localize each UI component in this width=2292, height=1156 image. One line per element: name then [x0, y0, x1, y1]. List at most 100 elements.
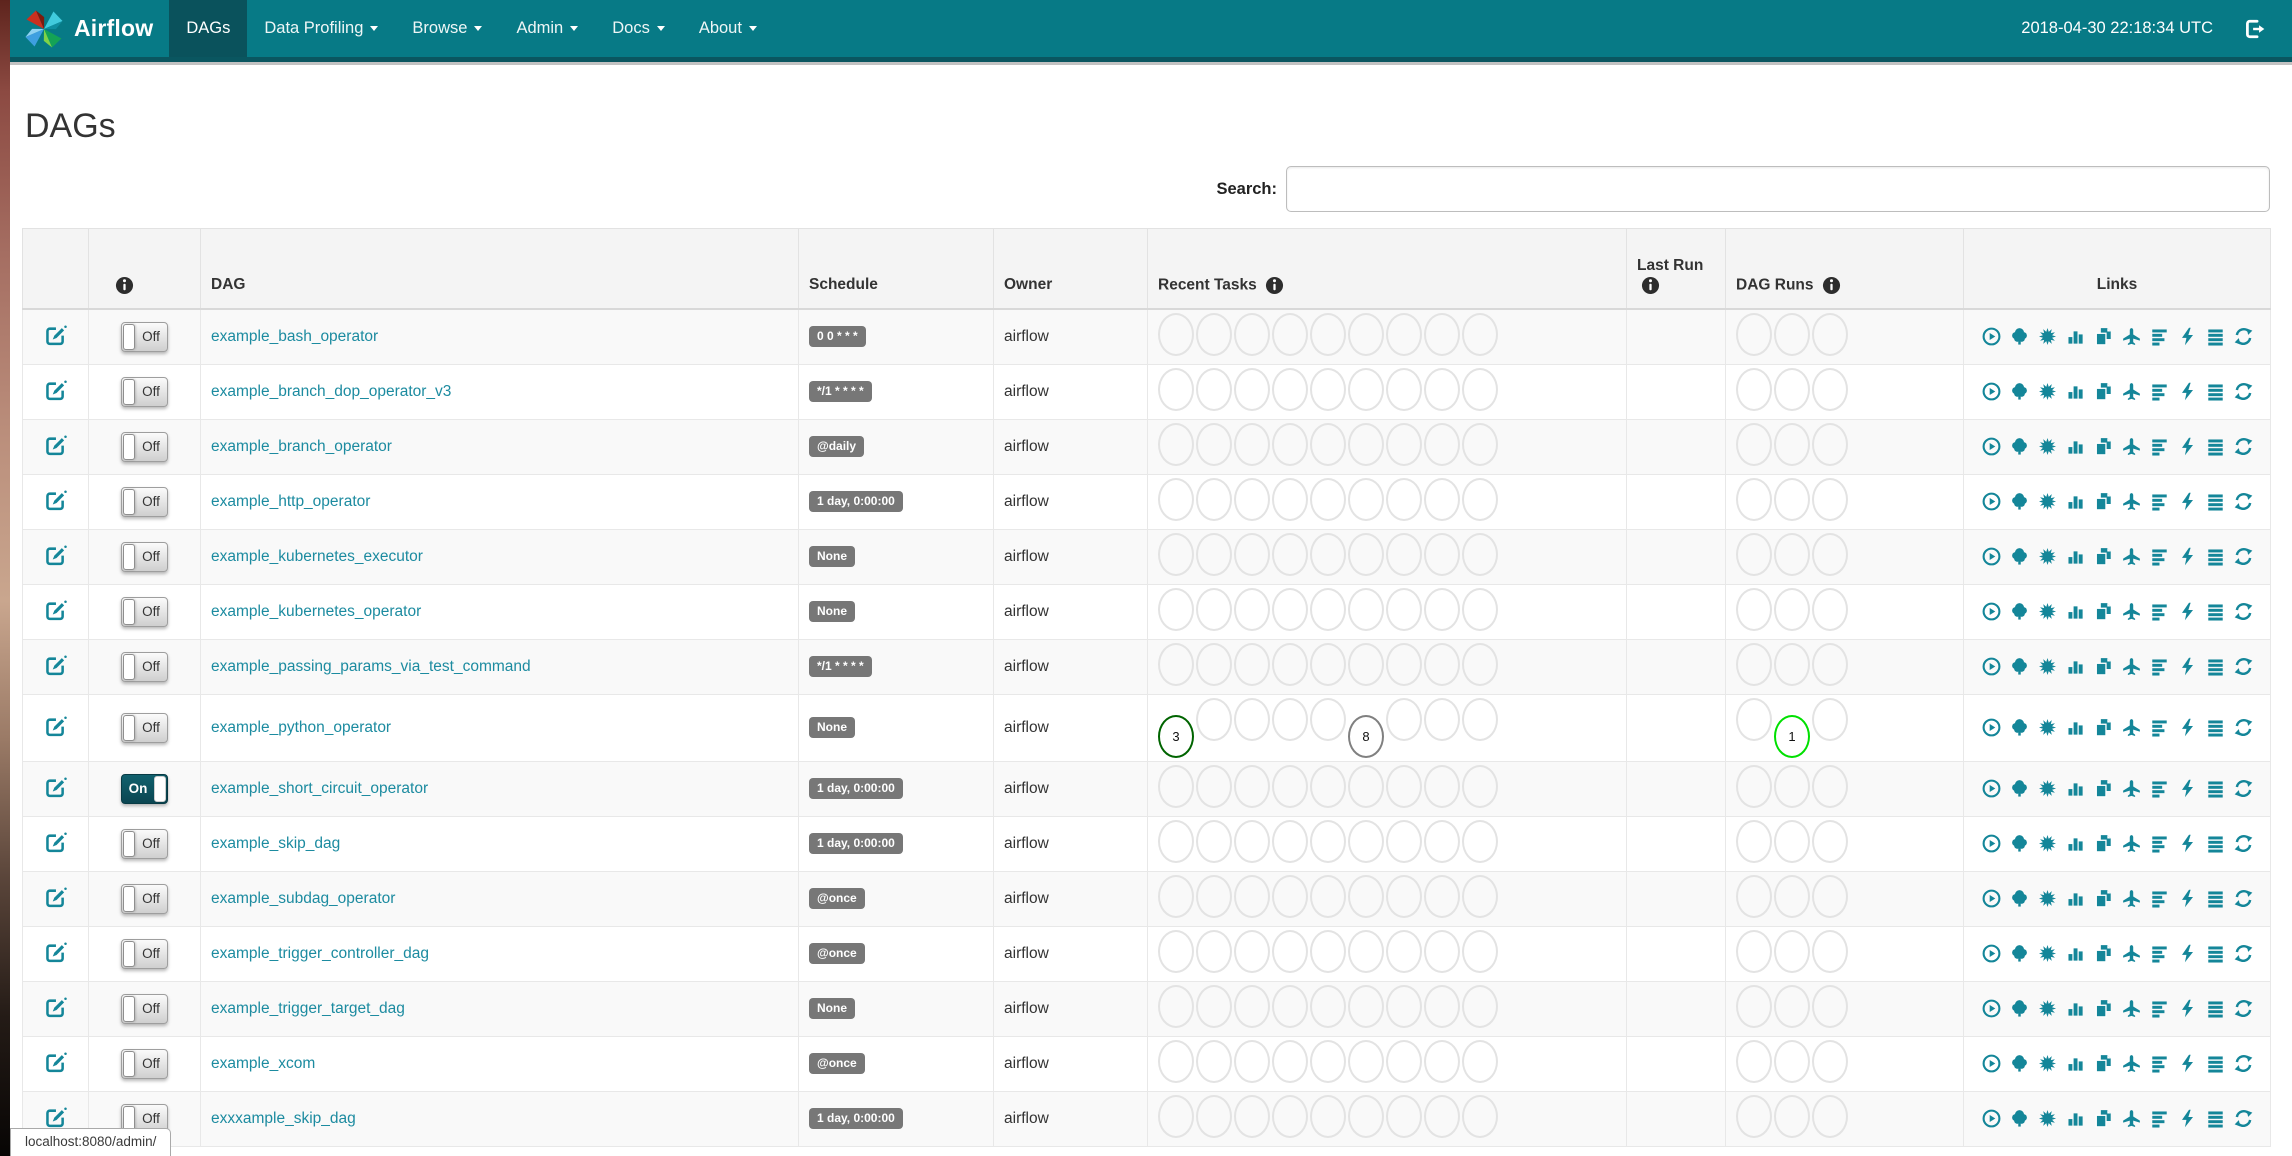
task-tries-icon[interactable]	[2094, 1109, 2113, 1128]
landing-times-icon[interactable]	[2122, 944, 2141, 963]
tree-view-icon[interactable]	[2010, 547, 2029, 566]
task-tries-icon[interactable]	[2094, 382, 2113, 401]
dag-pause-toggle[interactable]: Off	[121, 486, 168, 517]
code-view-icon[interactable]	[2178, 834, 2197, 853]
dag-pause-toggle[interactable]: Off	[121, 321, 168, 352]
graph-view-icon[interactable]	[2038, 1109, 2057, 1128]
graph-view-icon[interactable]	[2038, 492, 2057, 511]
task-tries-icon[interactable]	[2094, 547, 2113, 566]
tree-view-icon[interactable]	[2010, 834, 2029, 853]
gantt-view-icon[interactable]	[2150, 492, 2169, 511]
refresh-icon[interactable]	[2234, 437, 2253, 456]
gantt-view-icon[interactable]	[2150, 1109, 2169, 1128]
tree-view-icon[interactable]	[2010, 718, 2029, 737]
refresh-icon[interactable]	[2234, 944, 2253, 963]
landing-times-icon[interactable]	[2122, 437, 2141, 456]
tree-view-icon[interactable]	[2010, 779, 2029, 798]
gantt-view-icon[interactable]	[2150, 944, 2169, 963]
edit-dag-button[interactable]	[44, 832, 67, 855]
gantt-view-icon[interactable]	[2150, 437, 2169, 456]
landing-times-icon[interactable]	[2122, 889, 2141, 908]
trigger-dag-icon[interactable]	[1982, 602, 2001, 621]
refresh-icon[interactable]	[2234, 492, 2253, 511]
trigger-dag-icon[interactable]	[1982, 889, 2001, 908]
refresh-icon[interactable]	[2234, 547, 2253, 566]
task-tries-icon[interactable]	[2094, 889, 2113, 908]
landing-times-icon[interactable]	[2122, 999, 2141, 1018]
logs-icon[interactable]	[2206, 492, 2225, 511]
graph-view-icon[interactable]	[2038, 718, 2057, 737]
tree-view-icon[interactable]	[2010, 327, 2029, 346]
task-duration-icon[interactable]	[2066, 779, 2085, 798]
logout-button[interactable]	[2213, 0, 2292, 57]
refresh-icon[interactable]	[2234, 889, 2253, 908]
gantt-view-icon[interactable]	[2150, 1054, 2169, 1073]
refresh-icon[interactable]	[2234, 834, 2253, 853]
dag-link[interactable]: example_passing_params_via_test_command	[211, 658, 531, 675]
landing-times-icon[interactable]	[2122, 779, 2141, 798]
dag-run-count-circle[interactable]: 1	[1774, 714, 1810, 758]
tree-view-icon[interactable]	[2010, 1054, 2029, 1073]
logs-icon[interactable]	[2206, 1109, 2225, 1128]
refresh-icon[interactable]	[2234, 327, 2253, 346]
dag-link[interactable]: example_short_circuit_operator	[211, 780, 428, 797]
edit-dag-button[interactable]	[44, 380, 67, 403]
graph-view-icon[interactable]	[2038, 327, 2057, 346]
task-tries-icon[interactable]	[2094, 1054, 2113, 1073]
trigger-dag-icon[interactable]	[1982, 327, 2001, 346]
landing-times-icon[interactable]	[2122, 547, 2141, 566]
nav-item-about[interactable]: About	[682, 0, 774, 57]
tree-view-icon[interactable]	[2010, 944, 2029, 963]
task-duration-icon[interactable]	[2066, 944, 2085, 963]
airflow-brand[interactable]: Airflow	[10, 0, 169, 57]
dag-link[interactable]: example_kubernetes_executor	[211, 548, 423, 565]
dag-link[interactable]: example_http_operator	[211, 493, 370, 510]
logs-icon[interactable]	[2206, 437, 2225, 456]
logs-icon[interactable]	[2206, 999, 2225, 1018]
task-duration-icon[interactable]	[2066, 718, 2085, 737]
graph-view-icon[interactable]	[2038, 834, 2057, 853]
dag-link[interactable]: example_skip_dag	[211, 835, 340, 852]
graph-view-icon[interactable]	[2038, 1054, 2057, 1073]
task-tries-icon[interactable]	[2094, 602, 2113, 621]
gantt-view-icon[interactable]	[2150, 889, 2169, 908]
dag-pause-toggle[interactable]: Off	[121, 1048, 168, 1079]
dag-pause-toggle[interactable]: Off	[121, 431, 168, 462]
dag-pause-toggle[interactable]: Off	[121, 651, 168, 682]
refresh-icon[interactable]	[2234, 657, 2253, 676]
code-view-icon[interactable]	[2178, 999, 2197, 1018]
graph-view-icon[interactable]	[2038, 437, 2057, 456]
task-count-circle[interactable]: 3	[1158, 714, 1194, 758]
dag-link[interactable]: example_python_operator	[211, 719, 391, 736]
trigger-dag-icon[interactable]	[1982, 779, 2001, 798]
landing-times-icon[interactable]	[2122, 834, 2141, 853]
tree-view-icon[interactable]	[2010, 999, 2029, 1018]
refresh-icon[interactable]	[2234, 382, 2253, 401]
gantt-view-icon[interactable]	[2150, 382, 2169, 401]
gantt-view-icon[interactable]	[2150, 779, 2169, 798]
info-icon[interactable]	[1641, 276, 1660, 295]
trigger-dag-icon[interactable]	[1982, 492, 2001, 511]
gantt-view-icon[interactable]	[2150, 834, 2169, 853]
tree-view-icon[interactable]	[2010, 437, 2029, 456]
dag-link[interactable]: example_trigger_controller_dag	[211, 945, 429, 962]
task-tries-icon[interactable]	[2094, 834, 2113, 853]
trigger-dag-icon[interactable]	[1982, 1109, 2001, 1128]
graph-view-icon[interactable]	[2038, 382, 2057, 401]
dag-pause-toggle[interactable]: Off	[121, 541, 168, 572]
refresh-icon[interactable]	[2234, 1109, 2253, 1128]
dag-link[interactable]: example_branch_dop_operator_v3	[211, 383, 451, 400]
edit-dag-button[interactable]	[44, 435, 67, 458]
task-tries-icon[interactable]	[2094, 437, 2113, 456]
logs-icon[interactable]	[2206, 547, 2225, 566]
logs-icon[interactable]	[2206, 779, 2225, 798]
tree-view-icon[interactable]	[2010, 492, 2029, 511]
dag-pause-toggle[interactable]: Off	[121, 883, 168, 914]
nav-item-dags[interactable]: DAGs	[169, 0, 248, 57]
logs-icon[interactable]	[2206, 1054, 2225, 1073]
logs-icon[interactable]	[2206, 834, 2225, 853]
logs-icon[interactable]	[2206, 718, 2225, 737]
code-view-icon[interactable]	[2178, 547, 2197, 566]
trigger-dag-icon[interactable]	[1982, 547, 2001, 566]
logs-icon[interactable]	[2206, 382, 2225, 401]
